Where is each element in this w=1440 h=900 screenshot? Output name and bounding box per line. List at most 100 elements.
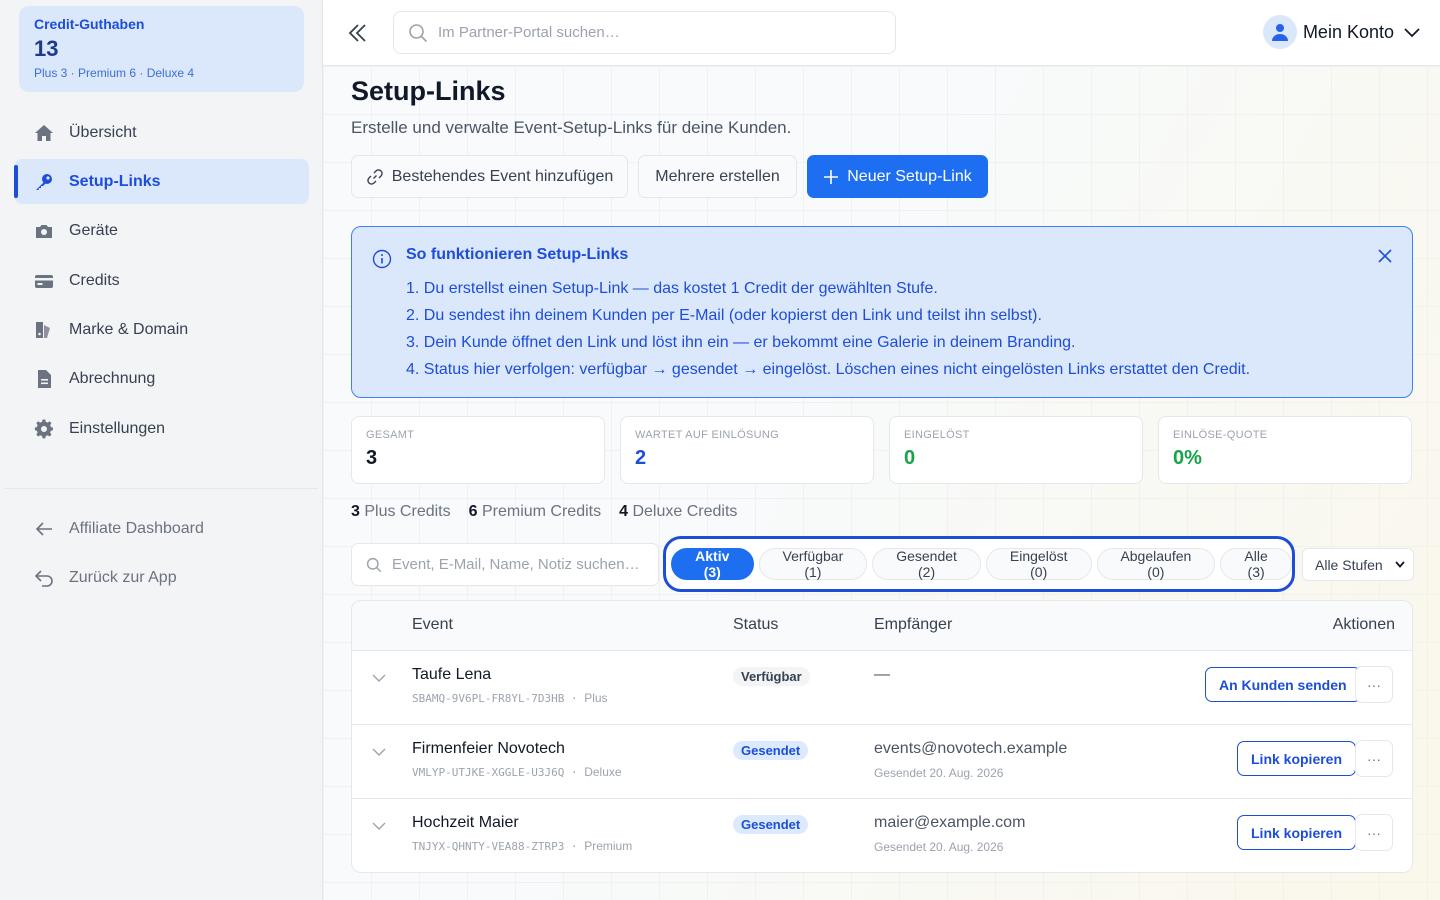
add-existing-event-button[interactable]: Bestehendes Event hinzufügen <box>351 155 628 198</box>
event-tier: Plus <box>584 691 608 705</box>
close-icon[interactable] <box>1378 249 1392 268</box>
info-step: 4. Status hier verfolgen: verfügbar → ge… <box>406 361 1251 378</box>
credits-summary: 3 Plus Credits 6 Premium Credits 4 Delux… <box>351 503 737 521</box>
more-actions-button[interactable]: ··· <box>1355 740 1393 777</box>
event-tier: Deluxe <box>584 765 622 779</box>
search-icon <box>409 23 428 42</box>
chevron-down-icon <box>1404 28 1420 38</box>
sidebar-item-credits[interactable]: Credits <box>14 258 309 303</box>
stat-value: 3 <box>366 447 378 469</box>
sidebar-item-label: Credits <box>69 271 120 289</box>
bulk-create-button[interactable]: Mehrere erstellen <box>638 155 797 198</box>
tab-sent[interactable]: Gesendet (2) <box>872 548 981 580</box>
sidebar-item-label: Marke & Domain <box>69 321 189 339</box>
stat-label: WARTET AUF EINLÖSUNG <box>635 429 779 441</box>
portal-search-input[interactable] <box>438 24 878 41</box>
event-code: TNJYX-QHNTY-VEA88-ZTRP3 · Premium <box>412 839 633 853</box>
portal-search[interactable] <box>393 11 896 54</box>
info-step: 2. Du sendest ihn deinem Kunden per E-Ma… <box>406 307 1042 324</box>
stat-label: EINLÖSE-QUOTE <box>1173 429 1268 441</box>
chevron-down-icon <box>1393 557 1407 574</box>
event-code: SBAMQ-9V6PL-FR8YL-7D3HB · Plus <box>412 691 608 705</box>
info-title: So funktionieren Setup-Links <box>406 246 629 263</box>
sidebar-item-affiliate-dashboard[interactable]: Affiliate Dashboard <box>14 506 309 551</box>
table-header: Event Status Empfänger Aktionen <box>352 601 1412 651</box>
info-icon <box>372 249 392 274</box>
tier-select[interactable]: Alle Stufen <box>1302 548 1414 581</box>
credit-balance-title: Credit-Guthaben <box>34 16 145 32</box>
bulk-create-label: Mehrere erstellen <box>655 167 780 185</box>
more-actions-button[interactable]: ··· <box>1355 666 1393 703</box>
event-name: Firmenfeier Novotech <box>412 740 565 757</box>
event-name: Hochzeit Maier <box>412 814 519 831</box>
credits-summary-premium: 6 Premium Credits <box>468 503 602 520</box>
account-label: Mein Konto <box>1302 21 1394 42</box>
table-row: Taufe Lena SBAMQ-9V6PL-FR8YL-7D3HB · Plu… <box>352 651 1412 725</box>
stat-label: EINGELÖST <box>904 429 970 441</box>
collapse-sidebar-button[interactable] <box>345 20 371 46</box>
column-header-status: Status <box>733 616 779 633</box>
undo-icon <box>34 568 54 588</box>
stat-label: GESAMT <box>366 429 415 441</box>
tab-redeemed[interactable]: Eingelöst (0) <box>985 548 1092 580</box>
tab-expired[interactable]: Abgelaufen (0) <box>1096 548 1216 580</box>
search-icon <box>366 557 382 572</box>
user-icon <box>1271 24 1288 41</box>
sidebar-item-settings[interactable]: Einstellungen <box>14 406 309 451</box>
chevron-down-icon[interactable] <box>372 671 386 690</box>
document-icon <box>34 369 54 389</box>
info-banner: So funktionieren Setup-Links 1. Du erste… <box>351 226 1413 398</box>
sidebar-item-label: Abrechnung <box>69 370 156 388</box>
sidebar-item-label: Setup-Links <box>69 172 161 190</box>
copy-link-button[interactable]: Link kopieren <box>1237 741 1357 776</box>
credit-balance-card[interactable]: Credit-Guthaben 13 Plus 3 · Premium 6 · … <box>19 6 304 92</box>
sidebar-item-devices[interactable]: Geräte <box>14 209 309 254</box>
column-header-event: Event <box>412 616 453 633</box>
sidebar-item-back-to-app[interactable]: Zurück zur App <box>14 555 309 600</box>
more-actions-button[interactable]: ··· <box>1355 814 1393 851</box>
brand-icon <box>34 320 54 340</box>
links-search-input[interactable] <box>392 556 652 573</box>
plus-icon <box>823 169 839 185</box>
sidebar-item-setup-links[interactable]: Setup-Links <box>14 159 309 205</box>
tab-all[interactable]: Alle (3) <box>1220 548 1292 580</box>
camera-icon <box>34 221 54 241</box>
chevron-down-icon[interactable] <box>372 745 386 764</box>
event-tier: Premium <box>584 839 633 853</box>
main-content: Setup-Links Erstelle und verwalte Event-… <box>323 66 1440 900</box>
new-setup-link-label: Neuer Setup-Link <box>847 167 972 185</box>
sidebar-item-label: Geräte <box>69 222 118 240</box>
tab-active[interactable]: Aktiv (3) <box>671 548 754 580</box>
link-icon <box>366 168 384 186</box>
key-icon <box>34 172 54 192</box>
chevron-down-icon[interactable] <box>372 819 386 838</box>
credit-balance-total: 13 <box>34 36 59 61</box>
recipient-sent-date: Gesendet 20. Aug. 2026 <box>874 840 1004 854</box>
credits-summary-deluxe: 4 Deluxe Credits <box>619 503 738 520</box>
sidebar-item-label: Zurück zur App <box>69 568 177 586</box>
event-name: Taufe Lena <box>412 666 492 683</box>
stat-card-pending: WARTET AUF EINLÖSUNG 2 <box>620 416 874 484</box>
sidebar-item-billing[interactable]: Abrechnung <box>14 357 309 402</box>
new-setup-link-button[interactable]: Neuer Setup-Link <box>807 155 988 198</box>
recipient-sent-date: Gesendet 20. Aug. 2026 <box>874 766 1004 780</box>
links-search[interactable] <box>351 543 659 586</box>
account-menu[interactable]: Mein Konto <box>1262 15 1422 49</box>
send-to-customer-button[interactable]: An Kunden senden <box>1205 667 1361 702</box>
sidebar-item-overview[interactable]: Übersicht <box>14 110 309 155</box>
tab-available[interactable]: Verfügbar (1) <box>758 548 868 580</box>
copy-link-button[interactable]: Link kopieren <box>1237 815 1357 850</box>
stat-value: 0% <box>1173 447 1202 469</box>
double-chevron-left-icon <box>348 24 366 42</box>
sidebar-item-label: Einstellungen <box>69 419 166 437</box>
tier-select-value: Alle Stufen <box>1315 556 1383 573</box>
stat-value: 2 <box>635 447 647 469</box>
recipient: — <box>874 666 890 683</box>
column-header-recipient: Empfänger <box>874 616 953 633</box>
home-icon <box>34 123 54 143</box>
sidebar: Credit-Guthaben 13 Plus 3 · Premium 6 · … <box>0 0 323 900</box>
avatar <box>1262 15 1297 49</box>
setup-links-table: Event Status Empfänger Aktionen Taufe Le… <box>351 600 1413 873</box>
sidebar-item-brand-domain[interactable]: Marke & Domain <box>14 308 309 353</box>
sidebar-divider <box>5 488 318 489</box>
